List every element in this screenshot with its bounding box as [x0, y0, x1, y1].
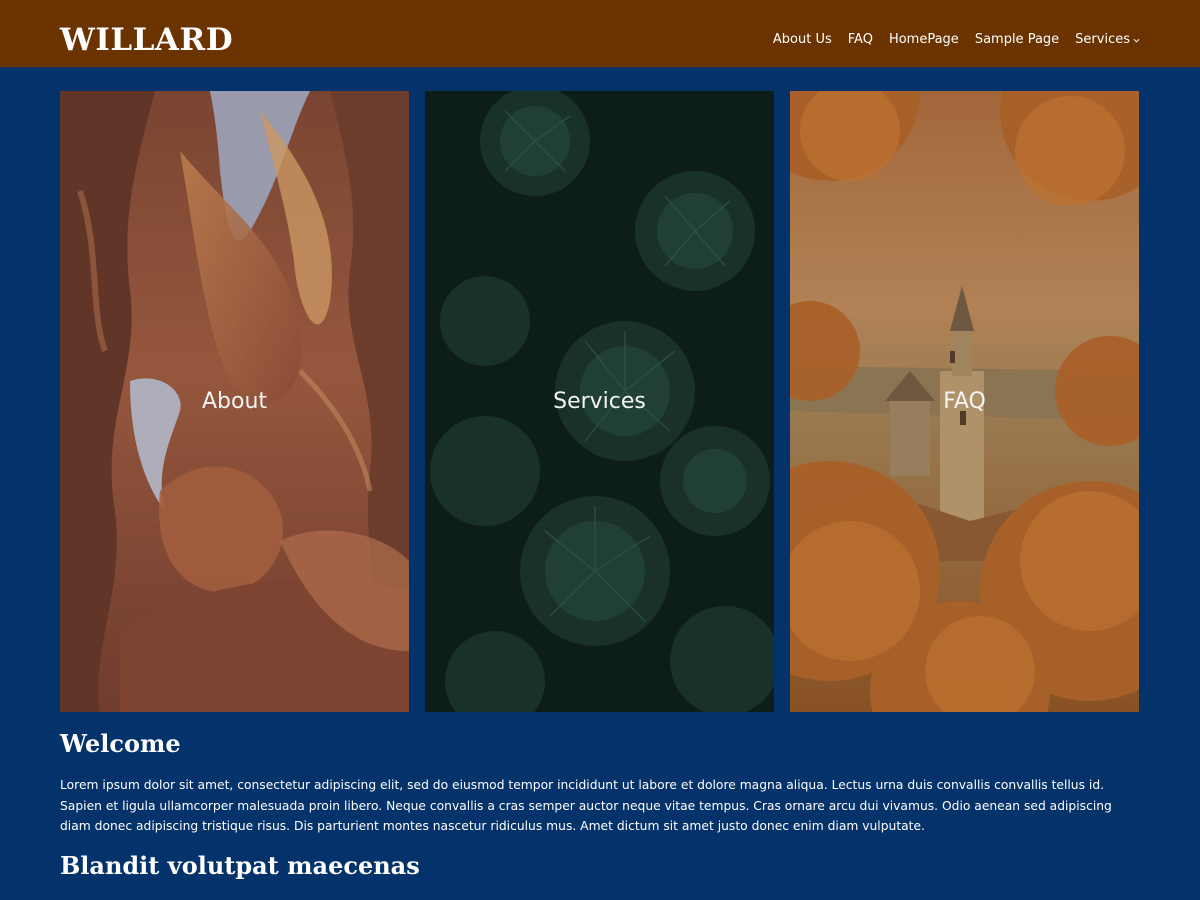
nav-item-label: FAQ	[847, 32, 873, 47]
nav-item-about-us[interactable]: About Us	[773, 30, 832, 50]
nav-item-label: Services	[1075, 32, 1130, 47]
card-label: FAQ	[943, 389, 986, 414]
card-faq[interactable]: FAQ	[790, 91, 1139, 712]
card-services[interactable]: Services	[425, 91, 774, 712]
feature-cards: About Services FAQ	[60, 91, 1140, 712]
chevron-down-icon	[1133, 38, 1140, 42]
site-title[interactable]: WILLARD	[60, 20, 233, 60]
site-header: WILLARD About Us FAQ HomePage Sample Pag…	[0, 0, 1200, 68]
nav-item-services[interactable]: Services	[1075, 30, 1140, 50]
nav-item-sample-page[interactable]: Sample Page	[975, 30, 1059, 50]
nav-item-faq[interactable]: FAQ	[848, 30, 873, 50]
primary-nav: About Us FAQ HomePage Sample Page Servic…	[757, 30, 1140, 50]
body-paragraph: Lorem ipsum dolor sit amet, consectetur …	[60, 778, 1112, 833]
card-label: About	[201, 389, 268, 414]
card-label: Services	[553, 389, 646, 414]
nav-item-homepage[interactable]: HomePage	[889, 30, 959, 50]
nav-item-label: HomePage	[888, 32, 959, 47]
card-about[interactable]: About	[60, 91, 409, 712]
section-heading: Welcome	[60, 729, 181, 758]
subsection-heading: Blandit volutpat maecenas	[60, 851, 420, 880]
nav-item-label: Sample Page	[974, 32, 1060, 47]
nav-item-label: About Us	[772, 32, 832, 47]
